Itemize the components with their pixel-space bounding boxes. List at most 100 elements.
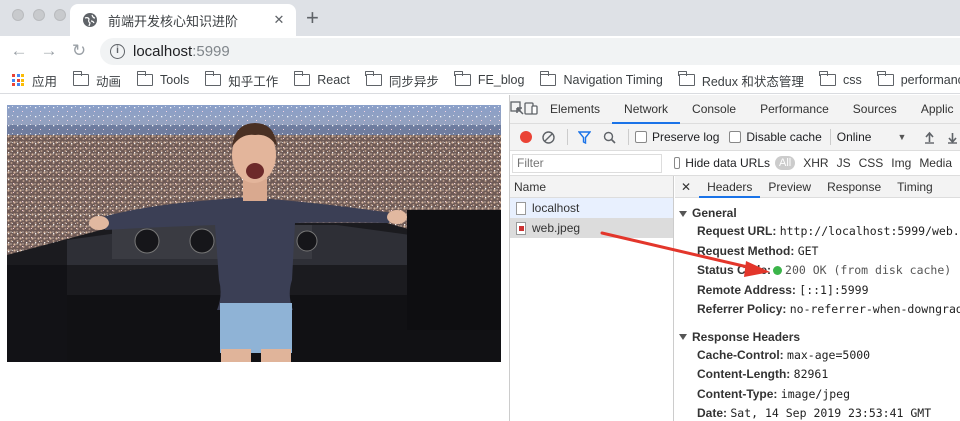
page-content (0, 95, 510, 421)
header-row: Request Method: GET (675, 242, 960, 262)
header-value: GET (797, 243, 819, 258)
throttle-select[interactable]: Online ▼ (837, 130, 907, 144)
header-row: Cache-Control: max-age=5000 (675, 346, 960, 366)
tab-application[interactable]: Applic (909, 95, 960, 124)
address-bar[interactable]: i localhost:5999 (100, 38, 960, 65)
filter-input[interactable] (512, 153, 662, 173)
bookmark-folder[interactable]: Tools (136, 71, 190, 87)
triangle-down-icon (679, 210, 687, 217)
bookmark-folder[interactable]: 知乎工作 (204, 71, 279, 90)
triangle-down-icon (679, 334, 687, 341)
header-row: Content-Length: 82961 (675, 365, 960, 385)
close-tab-icon[interactable]: ✕ (270, 12, 288, 28)
header-value: 82961 (793, 367, 829, 381)
bookmark-label: Tools (160, 73, 190, 87)
general-section-header[interactable]: General (675, 204, 960, 222)
header-key: Request Method: (697, 243, 795, 258)
tab-response[interactable]: Response (819, 176, 889, 198)
export-har-icon[interactable] (947, 131, 958, 144)
type-filter-img[interactable]: Img (891, 156, 911, 170)
bookmark-folder[interactable]: Redux 和状态管理 (678, 71, 804, 90)
request-name: web.jpeg (532, 221, 581, 235)
close-details-icon[interactable]: ✕ (675, 176, 699, 198)
bookmark-folder[interactable]: FE_blog (454, 71, 524, 87)
bookmark-folder[interactable]: 动画 (72, 71, 121, 90)
header-row: Request URL: http://localhost:5999/web.j… (675, 222, 960, 242)
request-row-localhost[interactable]: localhost (510, 198, 673, 218)
devtools-tabs: Elements Network Console Performance Sou… (510, 94, 960, 124)
type-filter-xhr[interactable]: XHR (803, 156, 828, 170)
disable-cache-checkbox[interactable] (729, 131, 742, 143)
url-host: localhost (133, 43, 193, 60)
close-window-button[interactable] (12, 9, 24, 21)
header-value: Sat, 14 Sep 2019 23:53:41 GMT (730, 406, 932, 420)
request-details: ✕ Headers Preview Response Timing Genera… (675, 176, 960, 421)
type-filter-all[interactable]: All (775, 156, 796, 170)
record-icon[interactable] (520, 131, 532, 143)
tab-network[interactable]: Network (612, 94, 681, 124)
search-icon[interactable] (603, 131, 616, 144)
header-row: Content-Type: image/jpeg (675, 385, 960, 405)
type-filter-js[interactable]: JS (837, 156, 851, 170)
type-filter-media[interactable]: Media (919, 156, 952, 170)
import-har-icon[interactable] (924, 131, 935, 144)
tab-strip: 前端开发核心知识进阶 ✕ + (0, 0, 960, 36)
bookmark-folder[interactable]: React (293, 71, 350, 87)
preserve-log-label: Preserve log (652, 130, 720, 144)
device-toolbar-icon[interactable] (524, 101, 538, 118)
bookmark-label: 知乎工作 (228, 74, 279, 89)
maximize-window-button[interactable] (54, 9, 66, 21)
folder-icon (539, 71, 557, 86)
header-value: no-referrer-when-downgrade (789, 302, 960, 316)
url-port: :5999 (192, 43, 230, 60)
tab-performance[interactable]: Performance (748, 95, 841, 124)
response-headers-section-header[interactable]: Response Headers (675, 328, 960, 346)
type-filter-css[interactable]: CSS (859, 156, 884, 170)
status-ok-icon (773, 266, 783, 276)
image-file-icon (516, 221, 526, 235)
reload-icon[interactable]: ↻ (64, 41, 94, 61)
bookmark-folder[interactable]: css (819, 71, 862, 87)
preserve-log-checkbox[interactable] (635, 131, 647, 143)
header-value: max-age=5000 (787, 347, 871, 362)
folder-icon (819, 71, 836, 86)
info-icon[interactable]: i (110, 44, 125, 59)
browser-tab[interactable]: 前端开发核心知识进阶 ✕ (70, 4, 296, 36)
hide-data-urls-checkbox[interactable] (674, 157, 681, 169)
tab-timing[interactable]: Timing (889, 176, 941, 198)
document-icon (516, 201, 526, 215)
tab-title: 前端开发核心知识进阶 (108, 13, 239, 29)
header-key: Referrer Policy: (697, 302, 787, 316)
bookmark-apps[interactable]: 应用 (12, 71, 57, 90)
tab-elements[interactable]: Elements (538, 95, 612, 124)
detail-tabs: ✕ Headers Preview Response Timing (675, 176, 960, 198)
tab-sources[interactable]: Sources (841, 95, 909, 124)
folder-icon (454, 71, 471, 86)
bookmark-folder[interactable]: performance (877, 71, 960, 87)
new-tab-button[interactable]: + (306, 6, 319, 30)
filter-icon[interactable] (578, 130, 591, 144)
forward-icon[interactable]: → (34, 41, 64, 61)
inspect-element-icon[interactable] (510, 100, 524, 118)
back-icon[interactable]: ← (4, 41, 34, 61)
header-key: Date: (697, 406, 728, 420)
clear-icon[interactable] (542, 130, 555, 144)
tab-console[interactable]: Console (680, 95, 748, 124)
bookmark-folder[interactable]: 同步异步 (365, 71, 439, 90)
header-row: Date: Sat, 14 Sep 2019 23:53:41 GMT (675, 404, 960, 421)
header-row: Status Code: 200 OK (from disk cache) (675, 261, 960, 281)
header-value: http://localhost:5999/web.jpeg (779, 224, 960, 238)
concert-photo (7, 105, 501, 362)
request-row-web-jpeg[interactable]: web.jpeg (510, 218, 673, 238)
header-key: Cache-Control: (697, 347, 784, 362)
bookmark-label: performance (900, 73, 960, 87)
bookmark-folder[interactable]: Navigation Timing (539, 71, 663, 87)
tab-headers[interactable]: Headers (699, 176, 761, 198)
header-row: Remote Address: [::1]:5999 (675, 281, 960, 301)
globe-icon (83, 13, 97, 27)
apps-icon (12, 74, 24, 86)
tab-preview[interactable]: Preview (760, 176, 819, 198)
name-column-header[interactable]: Name (510, 176, 673, 198)
header-value: image/jpeg (780, 386, 851, 401)
minimize-window-button[interactable] (33, 9, 45, 21)
